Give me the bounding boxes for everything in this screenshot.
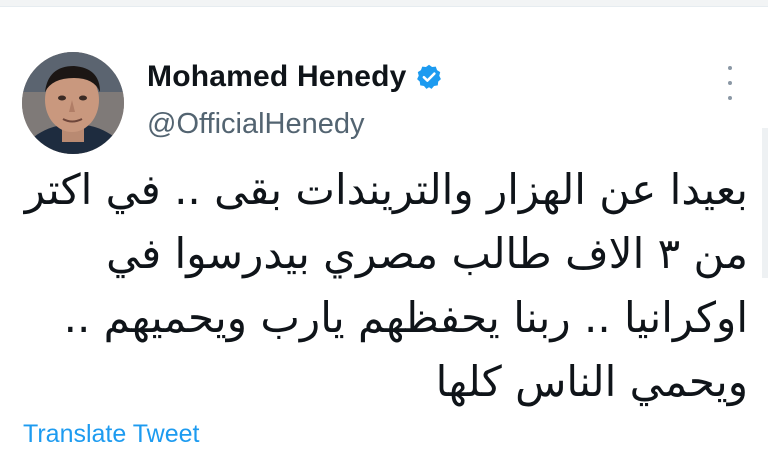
top-divider [0,0,768,7]
tweet-text-line: بعيدا عن الهزار والتريندات بقى .. في اكت… [24,165,748,214]
author-row: Mohamed Henedy [147,60,443,94]
avatar[interactable] [22,52,124,154]
tweet-card: Mohamed Henedy @OfficialHenedy بعيدا عن … [0,0,768,456]
author-display-name[interactable]: Mohamed Henedy [147,60,407,94]
tweet-text-line: اوكرانيا .. ربنا يحفظهم يارب ويحميهم .. [63,293,748,342]
tweet-text: بعيدا عن الهزار والتريندات بقى .. في اكت… [20,158,748,414]
more-horizontal-icon[interactable] [720,66,740,100]
scrollbar[interactable] [762,128,768,278]
avatar-image [22,52,124,154]
verified-badge-icon [415,63,443,91]
tweet-text-line: ويحمي الناس كلها [435,357,748,406]
translate-tweet-link[interactable]: Translate Tweet [23,420,199,449]
tweet-text-line: من ٣ الاف طالب مصري بيدرسوا في [106,229,748,278]
author-handle[interactable]: @OfficialHenedy [147,108,365,141]
